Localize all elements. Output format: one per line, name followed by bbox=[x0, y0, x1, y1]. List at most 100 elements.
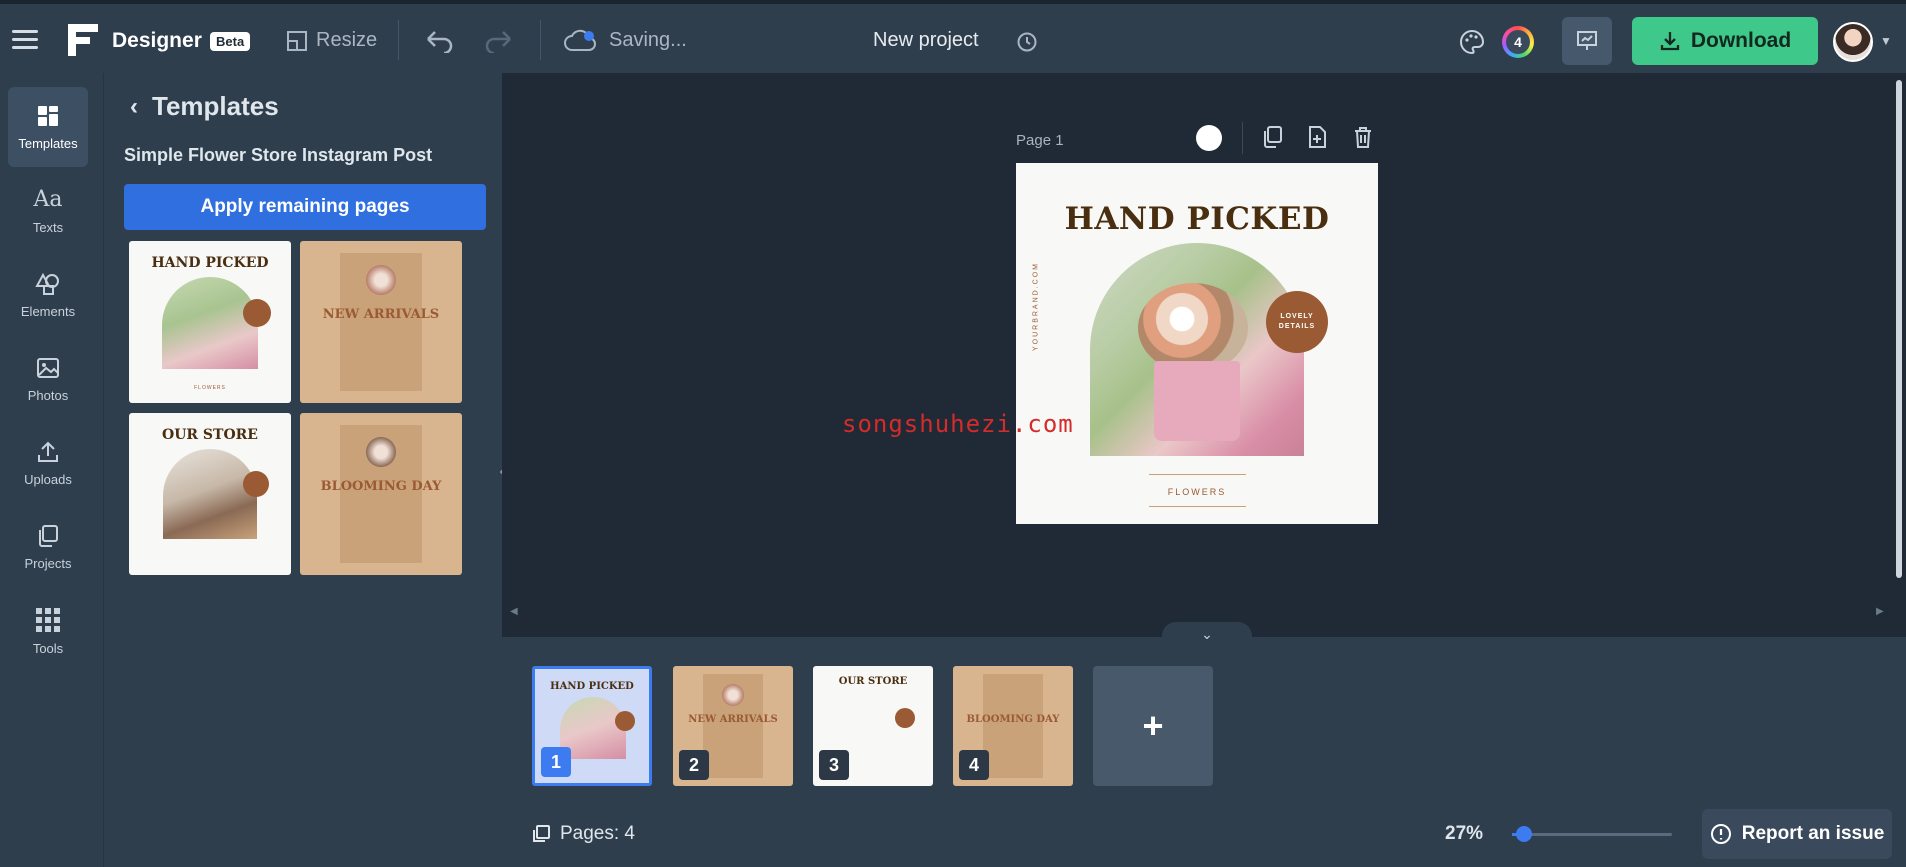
template-title: OUR STORE bbox=[162, 427, 258, 443]
duplicate-page-icon[interactable] bbox=[1262, 125, 1284, 149]
rail-label: Projects bbox=[24, 555, 72, 571]
report-issue-button[interactable]: Report an issue bbox=[1702, 809, 1892, 859]
chevron-down-icon[interactable]: ▼ bbox=[1880, 34, 1892, 48]
rail-item-tools[interactable]: Tools bbox=[8, 591, 88, 671]
user-avatar[interactable] bbox=[1833, 22, 1873, 62]
pages-icon bbox=[533, 825, 550, 842]
undo-button[interactable] bbox=[424, 4, 454, 77]
present-button[interactable] bbox=[1562, 17, 1612, 65]
top-bar: Designer Beta Resize Saving... New proje… bbox=[0, 0, 1906, 73]
template-badge bbox=[243, 471, 269, 497]
flower-box bbox=[1154, 361, 1240, 441]
design-footer[interactable]: FLOWERS bbox=[1016, 487, 1378, 497]
rail-item-uploads[interactable]: Uploads bbox=[8, 423, 88, 503]
expand-pages-button[interactable]: ⌄ bbox=[1162, 622, 1252, 646]
template-footer: FLOWERS bbox=[194, 385, 226, 391]
panel-title: Templates bbox=[152, 91, 279, 121]
thumb-title: NEW ARRIVALS bbox=[688, 714, 778, 725]
presentation-icon bbox=[1577, 31, 1597, 50]
template-photo bbox=[163, 449, 257, 539]
divider bbox=[540, 20, 541, 60]
redo-button[interactable] bbox=[484, 4, 514, 77]
thumb-number: 3 bbox=[819, 750, 849, 780]
rail-label: Elements bbox=[20, 303, 76, 319]
template-card[interactable]: BLOOMING DAY bbox=[300, 413, 462, 575]
rail-label: Uploads bbox=[24, 471, 72, 487]
watermark: songshuhezi.com bbox=[842, 410, 1074, 438]
brand-colors-badge[interactable]: 4 bbox=[1502, 26, 1534, 58]
rail-item-projects[interactable]: Projects bbox=[8, 507, 88, 587]
add-page-icon[interactable] bbox=[1306, 125, 1328, 149]
project-title[interactable]: New project bbox=[873, 29, 979, 52]
left-rail: Templates Aa Texts Elements Photos Uploa… bbox=[0, 73, 104, 867]
template-photo bbox=[366, 265, 396, 295]
pages-count[interactable]: Pages: 4 bbox=[532, 823, 635, 845]
designer-logo bbox=[68, 24, 98, 56]
back-chevron-icon[interactable]: ‹ bbox=[130, 93, 138, 121]
rail-label: Templates bbox=[18, 135, 78, 151]
page-background-swatch[interactable] bbox=[1196, 125, 1222, 151]
cloud-sync-icon bbox=[564, 29, 596, 51]
undo-icon bbox=[427, 30, 453, 53]
upload-icon bbox=[38, 441, 58, 462]
beta-badge: Beta bbox=[210, 32, 251, 51]
add-page-button[interactable]: + bbox=[1093, 666, 1213, 786]
rail-label: Tools bbox=[32, 640, 64, 656]
scroll-left-arrow-icon[interactable]: ◀ bbox=[510, 606, 518, 617]
template-name: Simple Flower Store Instagram Post bbox=[124, 145, 433, 165]
page-thumb-1[interactable]: HAND PICKED 1 bbox=[532, 666, 652, 786]
download-label: Download bbox=[1690, 29, 1792, 52]
page-label: Page 1 bbox=[1016, 132, 1064, 149]
templates-panel: ‹ Templates Simple Flower Store Instagra… bbox=[104, 73, 502, 867]
thumb-title: BLOOMING DAY bbox=[966, 714, 1060, 725]
save-status: Saving... bbox=[563, 4, 687, 77]
template-photo bbox=[366, 437, 396, 467]
palette-icon[interactable] bbox=[1458, 28, 1486, 56]
badge-line: LOVELY bbox=[1280, 313, 1314, 320]
color-count: 4 bbox=[1506, 30, 1530, 54]
download-button[interactable]: Download bbox=[1632, 17, 1818, 65]
template-badge bbox=[243, 299, 271, 327]
download-icon bbox=[1660, 32, 1679, 51]
template-title: BLOOMING DAY bbox=[320, 479, 442, 494]
footer-rule bbox=[1149, 474, 1246, 475]
template-card[interactable]: HAND PICKED FLOWERS bbox=[129, 241, 291, 403]
pages-count-label: Pages: 4 bbox=[560, 823, 635, 844]
design-photo[interactable] bbox=[1090, 243, 1304, 456]
thumb-photo bbox=[722, 684, 744, 706]
history-icon[interactable] bbox=[1016, 31, 1038, 53]
thumb-number: 4 bbox=[959, 750, 989, 780]
projects-icon bbox=[39, 524, 58, 547]
design-badge[interactable]: LOVELY DETAILS bbox=[1266, 291, 1328, 353]
trash-icon[interactable] bbox=[1352, 125, 1374, 149]
rail-item-elements[interactable]: Elements bbox=[8, 255, 88, 335]
thumb-number: 1 bbox=[541, 747, 571, 777]
chevron-down-icon: ⌄ bbox=[1201, 625, 1213, 642]
page-thumb-3[interactable]: OUR STORE 3 bbox=[813, 666, 933, 786]
thumb-title: OUR STORE bbox=[838, 676, 908, 687]
resize-button[interactable]: Resize bbox=[286, 4, 377, 77]
rail-item-templates[interactable]: Templates bbox=[8, 87, 88, 167]
brand-name: Designer bbox=[112, 29, 202, 52]
zoom-slider-handle[interactable] bbox=[1516, 826, 1532, 842]
template-card[interactable]: OUR STORE bbox=[129, 413, 291, 575]
page-thumb-4[interactable]: BLOOMING DAY 4 bbox=[953, 666, 1073, 786]
template-card[interactable]: NEW ARRIVALS bbox=[300, 241, 462, 403]
rail-item-texts[interactable]: Aa Texts bbox=[8, 171, 88, 251]
design-side-text[interactable]: YOURBRAND.COM bbox=[1033, 257, 1040, 357]
zoom-level[interactable]: 27% bbox=[1445, 823, 1483, 845]
rail-item-photos[interactable]: Photos bbox=[8, 339, 88, 419]
zoom-slider-track[interactable] bbox=[1512, 833, 1672, 836]
resize-icon bbox=[287, 30, 307, 51]
design-page[interactable]: HAND PICKED YOURBRAND.COM LOVELY DETAILS… bbox=[1016, 163, 1378, 524]
design-headline[interactable]: HAND PICKED bbox=[1016, 201, 1378, 237]
apply-remaining-pages-button[interactable]: Apply remaining pages bbox=[124, 184, 486, 230]
page-thumb-2[interactable]: NEW ARRIVALS 2 bbox=[673, 666, 793, 786]
template-title: HAND PICKED bbox=[151, 255, 269, 271]
vertical-scrollbar[interactable] bbox=[1896, 80, 1902, 578]
template-photo bbox=[162, 277, 258, 369]
scroll-right-arrow-icon[interactable]: ▶ bbox=[1876, 606, 1884, 617]
menu-icon[interactable] bbox=[12, 30, 38, 50]
grid-icon bbox=[36, 607, 60, 632]
color-swatch-icon bbox=[1196, 125, 1222, 151]
